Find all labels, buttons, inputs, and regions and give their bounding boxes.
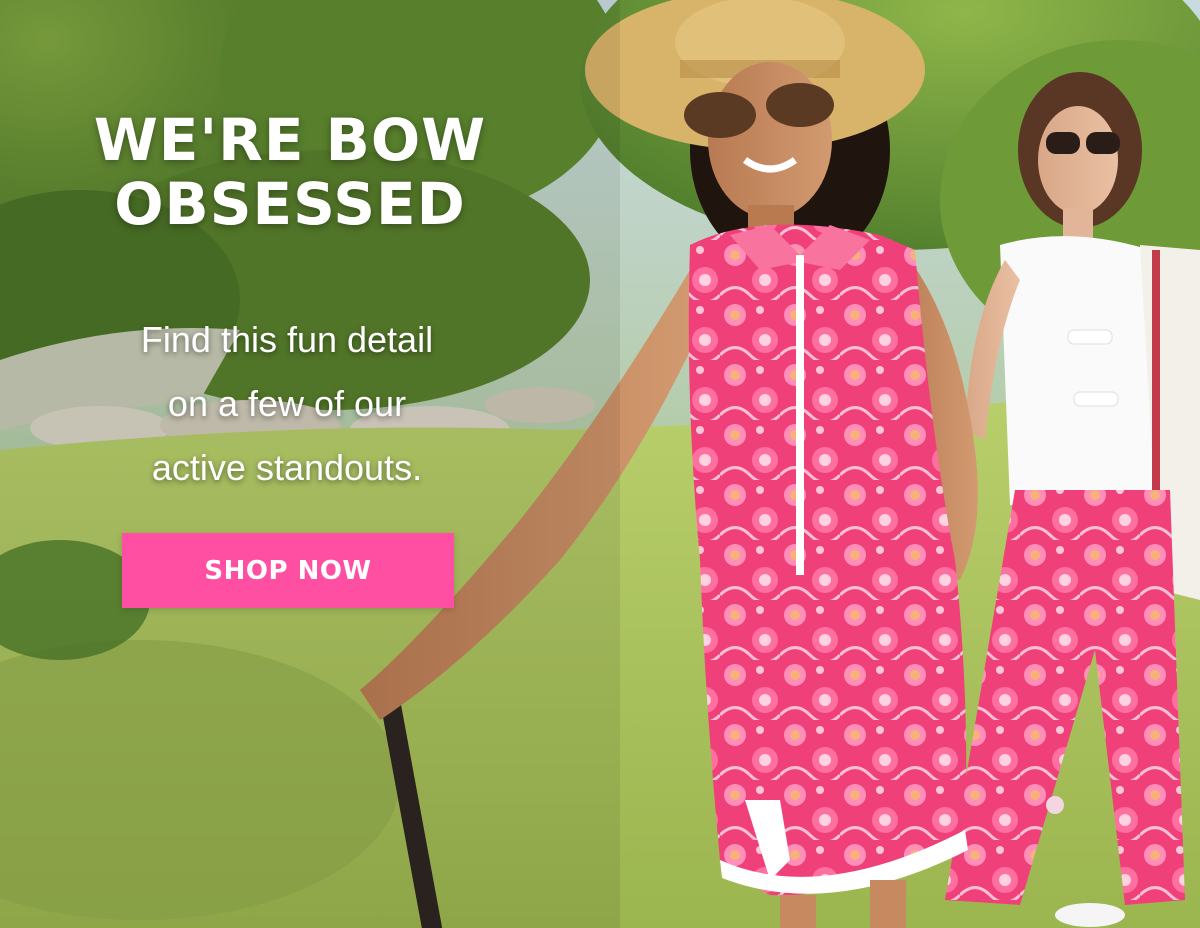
headline-line-1: WE'RE BOW xyxy=(93,106,487,174)
subcopy-line-3: active standouts. xyxy=(151,447,423,488)
subcopy-line-1: Find this fun detail xyxy=(140,319,434,360)
hero-banner[interactable]: WE'RE BOW OBSESSED Find this fun detail … xyxy=(0,0,1200,928)
headline-line-2: OBSESSED xyxy=(114,170,466,238)
headline: WE'RE BOW OBSESSED xyxy=(60,108,520,236)
subcopy-line-2: on a few of our xyxy=(167,383,407,424)
subcopy: Find this fun detail on a few of our act… xyxy=(82,308,492,500)
shop-now-button[interactable]: SHOP NOW xyxy=(122,533,454,608)
